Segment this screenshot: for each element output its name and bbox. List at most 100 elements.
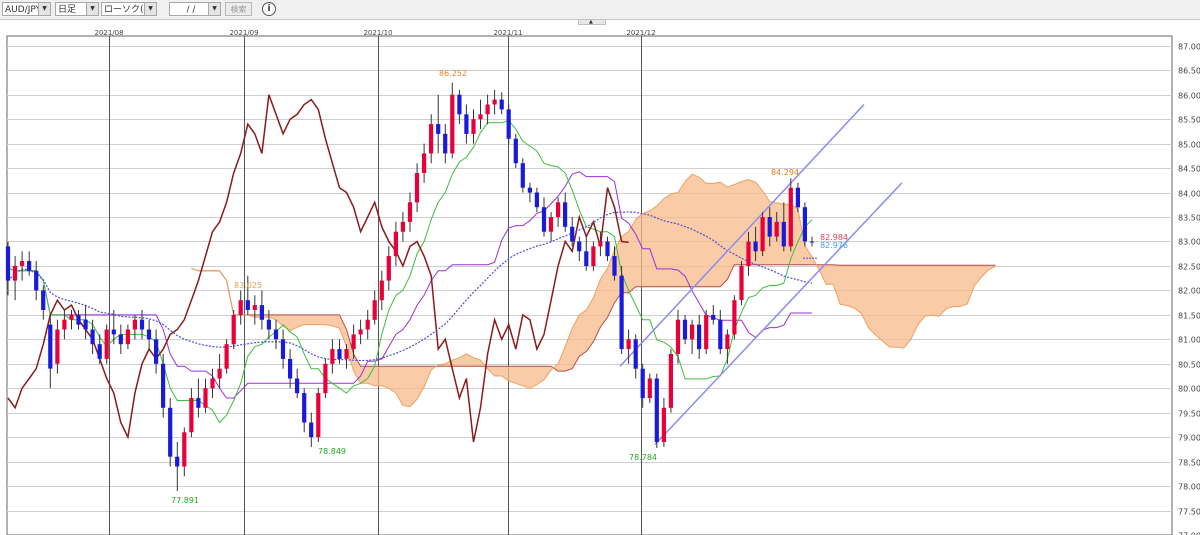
- candle-body: [118, 334, 123, 345]
- candle-body: [407, 202, 413, 222]
- candle-body: [104, 329, 109, 359]
- candle-body: [682, 319, 688, 340]
- candle-body: [168, 407, 173, 457]
- candle-body: [203, 388, 208, 408]
- ask-price-label: 82.976: [820, 241, 848, 250]
- x-tick-label: 2021/09: [229, 29, 258, 37]
- candle-body: [690, 324, 695, 340]
- candle-body: [365, 319, 370, 330]
- y-tick-label: 83.000: [1178, 238, 1200, 247]
- candle-body: [675, 319, 681, 354]
- y-axis: 77.000 77.500 78.000 78.500 79.000 79.500 80.0…: [1178, 43, 1200, 535]
- candle-body: [5, 246, 11, 281]
- y-tick-label: 84.000: [1178, 190, 1200, 199]
- candle-body: [386, 256, 391, 281]
- y-tick-label: 87.000: [1178, 43, 1200, 52]
- y-tick-label: 85.000: [1178, 141, 1200, 150]
- candle-body: [358, 329, 363, 335]
- candle-body: [55, 329, 60, 364]
- candle-body: [280, 339, 286, 359]
- candle-body: [231, 314, 236, 345]
- candle-body: [802, 207, 807, 242]
- candle-body: [429, 124, 434, 154]
- candle-body: [34, 270, 39, 291]
- price-annotation: 84.294: [771, 168, 799, 177]
- candle-body: [711, 314, 716, 320]
- candle-body: [739, 265, 744, 301]
- candle-body: [12, 265, 18, 281]
- candle-body: [704, 314, 709, 350]
- candle-body: [436, 124, 441, 134]
- y-tick-label: 85.500: [1178, 116, 1200, 125]
- x-tick-label: 2021/10: [363, 29, 392, 37]
- candle-body: [302, 393, 307, 423]
- candle-body: [132, 319, 137, 330]
- candle-body: [795, 187, 800, 208]
- candle-body: [330, 349, 335, 364]
- candle-body: [125, 329, 130, 345]
- candle-body: [76, 314, 81, 325]
- y-tick-label: 86.500: [1178, 67, 1200, 76]
- candle-body: [556, 202, 561, 217]
- y-tick-label: 82.000: [1178, 287, 1200, 296]
- candle-body: [146, 329, 152, 340]
- candle-body: [295, 378, 300, 394]
- x-tick-label: 2021/12: [626, 29, 655, 37]
- candle-body: [154, 339, 159, 364]
- candle-body: [563, 202, 568, 227]
- candle-body: [273, 329, 279, 340]
- price-annotation: 83.025: [234, 281, 262, 290]
- candle-body: [344, 349, 349, 359]
- candle-body: [570, 226, 575, 242]
- candle-body: [48, 324, 53, 369]
- candle-body: [633, 339, 638, 369]
- candle-body: [527, 187, 532, 193]
- candle-body: [210, 378, 215, 389]
- candle-body: [111, 329, 116, 335]
- candle-body: [288, 358, 293, 379]
- candle-body: [161, 363, 166, 408]
- candle-body: [661, 407, 666, 442]
- candle-body: [464, 114, 469, 134]
- candle-body: [238, 300, 243, 315]
- candle-body: [760, 217, 765, 252]
- plot-frame: [6, 35, 1173, 535]
- candle-body: [189, 398, 194, 433]
- candle-body: [217, 368, 222, 379]
- price-chart: 77.000 77.500 78.000 78.500 79.000 79.500 80.0…: [5, 29, 1200, 535]
- candle-body: [654, 378, 659, 443]
- candle-body: [506, 109, 511, 139]
- candle-body: [316, 393, 321, 438]
- candle-body: [499, 99, 504, 110]
- candle-body: [443, 133, 448, 154]
- candle-body: [577, 241, 582, 252]
- y-tick-label: 77.000: [1178, 532, 1200, 535]
- candle-body: [647, 378, 652, 399]
- y-tick-label: 78.500: [1178, 459, 1200, 468]
- y-tick-label: 78.000: [1178, 483, 1200, 492]
- price-annotation: 77.891: [171, 496, 199, 505]
- candle-body: [697, 324, 702, 350]
- candle-body: [753, 241, 758, 252]
- candle-body: [485, 104, 490, 115]
- candle-body: [626, 339, 631, 350]
- candle-body: [422, 153, 427, 173]
- candle-body: [471, 119, 476, 134]
- candle-body: [414, 173, 420, 203]
- candle-body: [478, 114, 483, 120]
- candle-body: [252, 305, 257, 310]
- candle-body: [266, 319, 271, 330]
- y-tick-label: 81.500: [1178, 312, 1200, 321]
- candle-body: [591, 246, 596, 266]
- candle-body: [640, 368, 645, 399]
- candle-body: [612, 256, 617, 276]
- y-tick-label: 80.500: [1178, 361, 1200, 370]
- candle-body: [196, 398, 201, 408]
- y-tick-label: 86.000: [1178, 92, 1200, 101]
- y-tick-label: 81.000: [1178, 336, 1200, 345]
- price-annotation: 78.784: [629, 453, 657, 462]
- candle-body: [245, 300, 250, 310]
- candle-body: [97, 344, 102, 359]
- candle-body: [323, 363, 328, 394]
- candle-body: [513, 138, 518, 164]
